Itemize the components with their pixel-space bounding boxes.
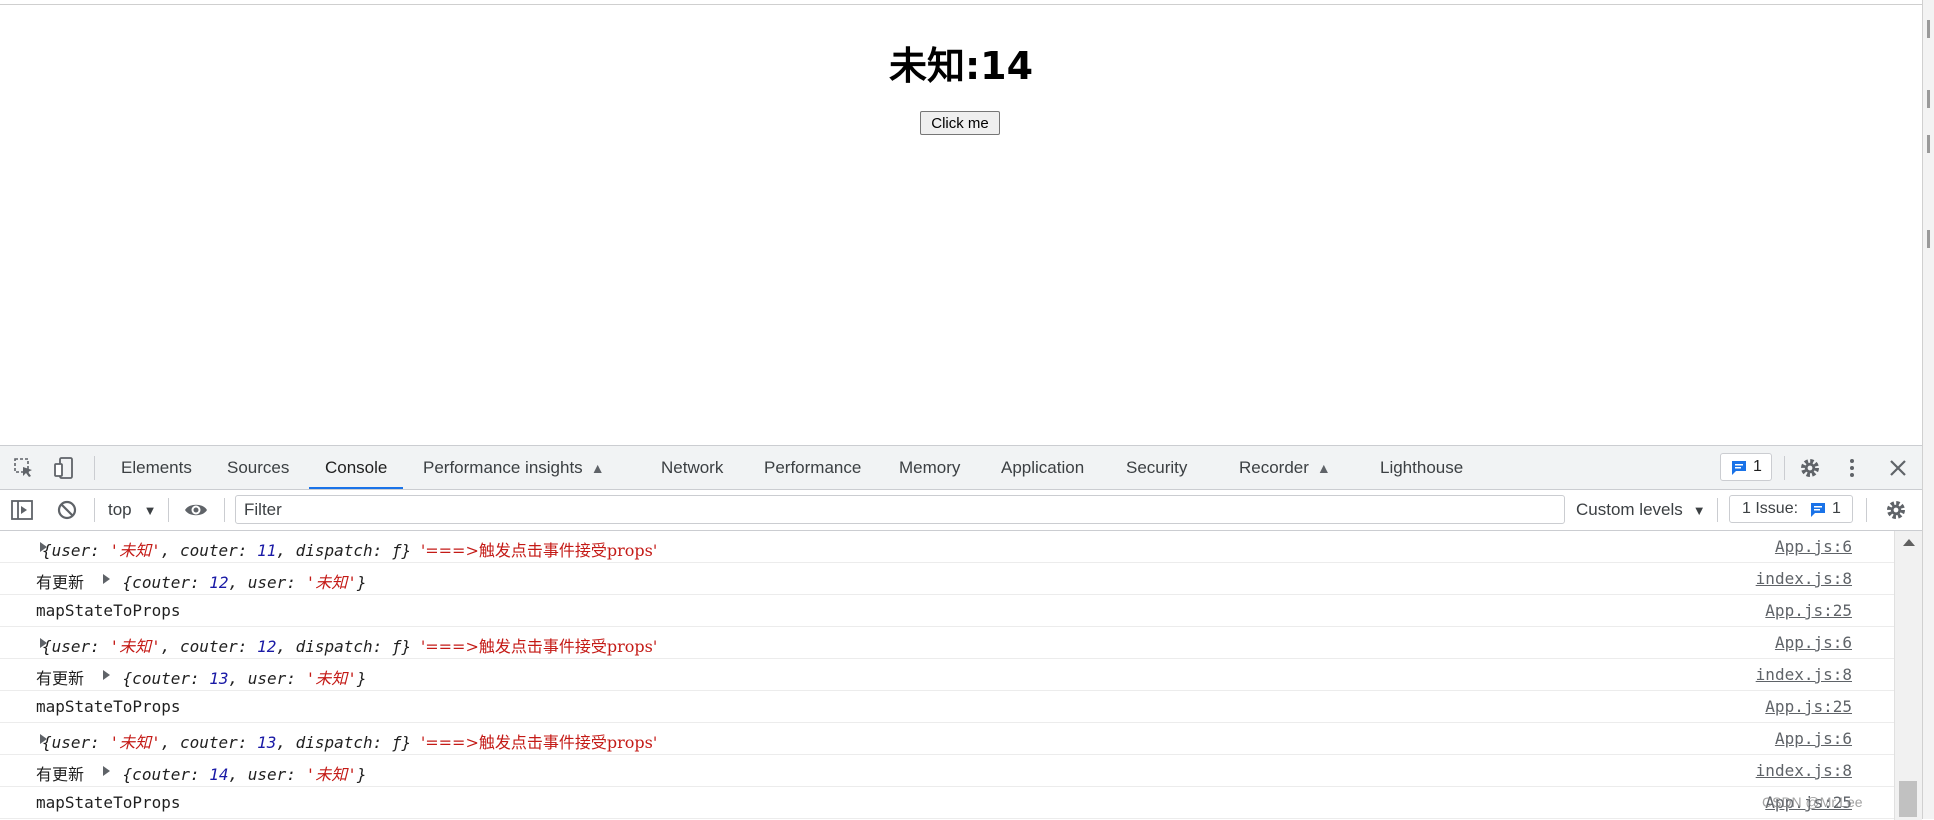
console-scrollbar[interactable] xyxy=(1894,531,1922,820)
console-row: {user: '未知', couter: 11, dispatch: ƒ} '=… xyxy=(0,531,1894,563)
log-message: 有更新 {couter: 12, user: '未知'} xyxy=(36,573,367,592)
device-toolbar-icon[interactable] xyxy=(52,456,76,480)
console-log-area: {user: '未知', couter: 11, dispatch: ƒ} '=… xyxy=(0,531,1894,820)
console-row: 有更新 {couter: 12, user: '未知'} index.js:8 xyxy=(0,563,1894,595)
tab-memory[interactable]: Memory xyxy=(899,446,960,489)
messages-badge[interactable]: 1 xyxy=(1720,453,1772,481)
dropdown-arrow-icon: ▼ xyxy=(143,503,157,518)
source-link[interactable]: App.js:6 xyxy=(1775,537,1852,556)
toggle-sidebar-icon[interactable] xyxy=(10,498,34,522)
tab-console[interactable]: Console xyxy=(308,446,404,489)
toolbar-separator xyxy=(168,498,169,522)
toolbar-separator xyxy=(224,498,225,522)
tab-network[interactable]: Network xyxy=(661,446,723,489)
issue-message-icon xyxy=(1811,503,1825,517)
source-link[interactable]: index.js:8 xyxy=(1756,665,1852,684)
toolbar-separator xyxy=(94,498,95,522)
console-filter-bar: top▼ Custom levels▼ 1 Issue: 1 xyxy=(0,490,1922,531)
issues-label: 1 Issue: xyxy=(1742,500,1799,517)
tab-performance[interactable]: Performance xyxy=(764,446,861,489)
inspect-element-icon[interactable] xyxy=(12,456,36,480)
console-row: {user: '未知', couter: 12, dispatch: ƒ} '=… xyxy=(0,627,1894,659)
more-options-icon[interactable] xyxy=(1840,456,1864,480)
devtools-tabbar: Elements Sources Console Performance ins… xyxy=(0,446,1922,490)
tab-recorder[interactable]: Recorder ▲ xyxy=(1239,446,1331,489)
toolbar-separator xyxy=(1717,498,1718,522)
scrollbar-thumb[interactable] xyxy=(1899,781,1917,817)
watermark: CSDN @Mr.Lee xyxy=(1762,794,1863,810)
experiment-flask-icon: ▲ xyxy=(590,460,605,476)
console-row: {user: '未知', couter: 13, dispatch: ƒ} '=… xyxy=(0,723,1894,755)
tab-sources[interactable]: Sources xyxy=(227,446,289,489)
console-row: mapStateToProps App.js:25 xyxy=(0,595,1894,627)
settings-gear-icon[interactable] xyxy=(1798,456,1822,480)
source-link[interactable]: App.js:6 xyxy=(1775,633,1852,652)
tab-elements[interactable]: Elements xyxy=(121,446,192,489)
devtools-panel: Elements Sources Console Performance ins… xyxy=(0,445,1922,820)
console-row: 有更新 {couter: 14, user: '未知'} index.js:8 xyxy=(0,755,1894,787)
tab-security[interactable]: Security xyxy=(1126,446,1187,489)
toolbar-separator xyxy=(1866,498,1867,522)
dropdown-arrow-icon: ▼ xyxy=(1692,503,1706,518)
source-link[interactable]: index.js:8 xyxy=(1756,761,1852,780)
page-content: 未知:14 Click me xyxy=(0,5,1922,445)
source-link[interactable]: App.js:6 xyxy=(1775,729,1852,748)
tab-application[interactable]: Application xyxy=(1001,446,1084,489)
console-row: mapStateToProps App.js:25 xyxy=(0,787,1894,819)
tab-lighthouse[interactable]: Lighthouse xyxy=(1380,446,1463,489)
experiment-flask-icon: ▲ xyxy=(1316,460,1331,476)
issues-count: 1 xyxy=(1832,500,1841,517)
console-settings-gear-icon[interactable] xyxy=(1884,498,1908,522)
clear-console-icon[interactable] xyxy=(55,498,79,522)
log-message: {user: '未知', couter: 11, dispatch: ƒ} '=… xyxy=(42,541,658,560)
console-row: mapStateToProps App.js:25 xyxy=(0,691,1894,723)
close-devtools-icon[interactable] xyxy=(1886,456,1910,480)
live-expression-eye-icon[interactable] xyxy=(184,498,208,522)
page-heading: 未知:14 xyxy=(888,44,1034,88)
tab-performance-insights[interactable]: Performance insights ▲ xyxy=(423,446,605,489)
log-message: mapStateToProps xyxy=(36,601,181,620)
log-message: {user: '未知', couter: 12, dispatch: ƒ} '=… xyxy=(42,637,658,656)
console-filter-input[interactable] xyxy=(235,495,1565,524)
window-right-edge xyxy=(1922,0,1934,819)
console-row: 有更新 {couter: 13, user: '未知'} index.js:8 xyxy=(0,659,1894,691)
expand-triangle-icon[interactable] xyxy=(103,766,110,776)
context-selector[interactable]: top ▼ xyxy=(108,500,157,520)
expand-triangle-icon[interactable] xyxy=(103,670,110,680)
messages-count: 1 xyxy=(1753,458,1762,475)
expand-triangle-icon[interactable] xyxy=(103,574,110,584)
issues-button[interactable]: 1 Issue: 1 xyxy=(1729,495,1853,523)
log-message: mapStateToProps xyxy=(36,793,181,812)
log-message: mapStateToProps xyxy=(36,697,181,716)
scroll-up-arrow-icon[interactable] xyxy=(1903,539,1915,546)
toolbar-separator xyxy=(1784,456,1785,480)
source-link[interactable]: App.js:25 xyxy=(1765,601,1852,620)
log-levels-dropdown[interactable]: Custom levels ▼ xyxy=(1576,500,1706,520)
click-me-button[interactable]: Click me xyxy=(920,111,1000,135)
source-link[interactable]: index.js:8 xyxy=(1756,569,1852,588)
log-message: 有更新 {couter: 14, user: '未知'} xyxy=(36,765,367,784)
source-link[interactable]: App.js:25 xyxy=(1765,697,1852,716)
toolbar-separator xyxy=(94,456,95,480)
message-icon xyxy=(1732,461,1746,475)
log-message: {user: '未知', couter: 13, dispatch: ƒ} '=… xyxy=(42,733,658,752)
log-message: 有更新 {couter: 13, user: '未知'} xyxy=(36,669,367,688)
